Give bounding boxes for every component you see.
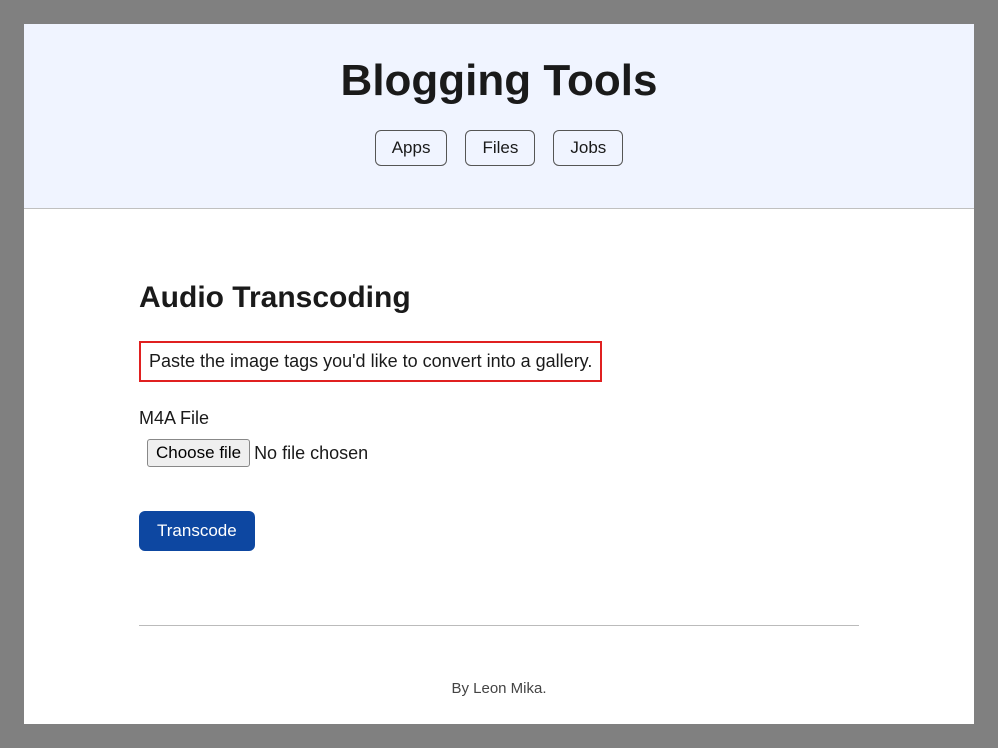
nav-apps-button[interactable]: Apps — [375, 130, 448, 166]
description-highlight: Paste the image tags you'd like to conve… — [139, 341, 602, 382]
page-heading: Audio Transcoding — [139, 281, 859, 315]
file-status-text: No file chosen — [254, 443, 368, 464]
choose-file-button[interactable]: Choose file — [147, 439, 250, 467]
description-text: Paste the image tags you'd like to conve… — [149, 351, 592, 372]
nav-jobs-button[interactable]: Jobs — [553, 130, 623, 166]
footer-byline: By Leon Mika. — [139, 680, 859, 697]
file-picker: Choose file No file chosen — [147, 439, 859, 467]
site-title: Blogging Tools — [24, 56, 974, 106]
content-wrapper: Audio Transcoding Paste the image tags y… — [139, 281, 859, 551]
file-field-group: M4A File Choose file No file chosen — [139, 408, 859, 467]
footer-divider — [139, 625, 859, 626]
nav-files-button[interactable]: Files — [465, 130, 535, 166]
footer-area: By Leon Mika. — [139, 625, 859, 697]
main-content: Audio Transcoding Paste the image tags y… — [24, 209, 974, 724]
file-field-label: M4A File — [139, 408, 859, 429]
transcode-button[interactable]: Transcode — [139, 511, 255, 551]
page-container: Blogging Tools Apps Files Jobs Audio Tra… — [24, 24, 974, 724]
nav-bar: Apps Files Jobs — [24, 130, 974, 166]
page-header: Blogging Tools Apps Files Jobs — [24, 24, 974, 209]
